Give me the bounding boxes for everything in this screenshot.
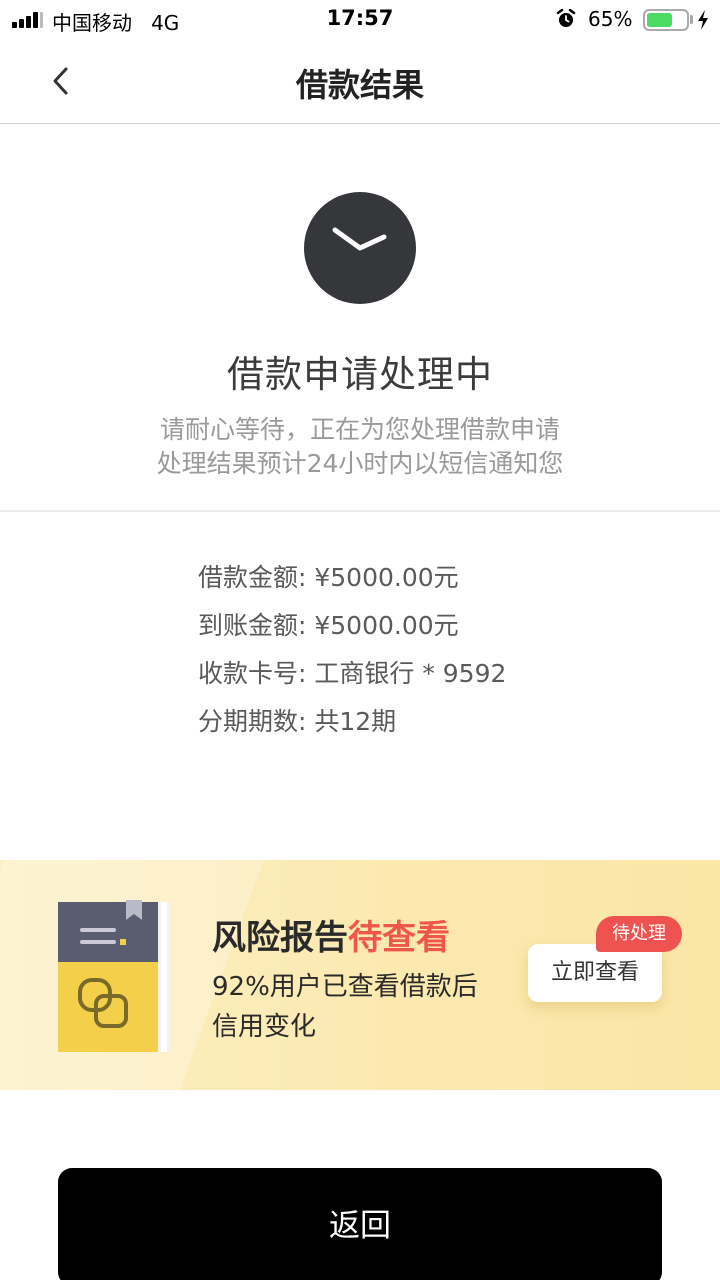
- banner-subtitle-line1: 92%用户已查看借款后: [212, 972, 478, 1002]
- clock-icon: [304, 192, 416, 304]
- risk-report-banner[interactable]: 风险报告待查看 92%用户已查看借款后 信用变化 立即查看 待处理: [0, 860, 720, 1090]
- report-book-icon: [58, 900, 170, 1052]
- status-section: 借款申请处理中 请耐心等待，正在为您处理借款申请 处理结果预计24小时内以短信通…: [0, 124, 720, 512]
- status-title: 借款申请处理中: [227, 353, 493, 396]
- banner-subtitle-line2: 信用变化: [212, 1012, 317, 1042]
- receiving-card: 收款卡号: 工商银行 * 9592: [198, 659, 507, 688]
- view-now-button[interactable]: 立即查看: [528, 944, 662, 1002]
- received-amount: 到账金额: ¥5000.00元: [198, 611, 459, 640]
- status-description-line2: 处理结果预计24小时内以短信通知您: [156, 449, 564, 478]
- banner-title: 风险报告待查看: [212, 910, 450, 959]
- battery-percent: 65%: [588, 7, 633, 31]
- pending-badge: 待处理: [596, 916, 682, 952]
- battery-tip: [690, 15, 693, 24]
- charging-bolt-icon: [698, 10, 708, 30]
- nav-bar: 借款结果: [0, 40, 720, 124]
- alarm-icon: [556, 9, 576, 27]
- loan-details: 借款金额: ¥5000.00元 到账金额: ¥5000.00元 收款卡号: 工商…: [198, 560, 678, 752]
- battery-fill: [647, 13, 672, 27]
- installment-count: 分期期数: 共12期: [198, 707, 397, 736]
- banner-title-main: 风险报告: [212, 918, 348, 958]
- return-button[interactable]: 返回: [58, 1168, 662, 1280]
- page-title: 借款结果: [295, 66, 424, 104]
- status-bar: 中国移动 4G 17:57 65%: [0, 0, 720, 40]
- status-description-line1: 请耐心等待，正在为您处理借款申请: [159, 415, 560, 444]
- loan-amount: 借款金额: ¥5000.00元: [198, 563, 459, 592]
- battery-icon: [643, 9, 689, 31]
- banner-title-highlight: 待查看: [348, 918, 450, 958]
